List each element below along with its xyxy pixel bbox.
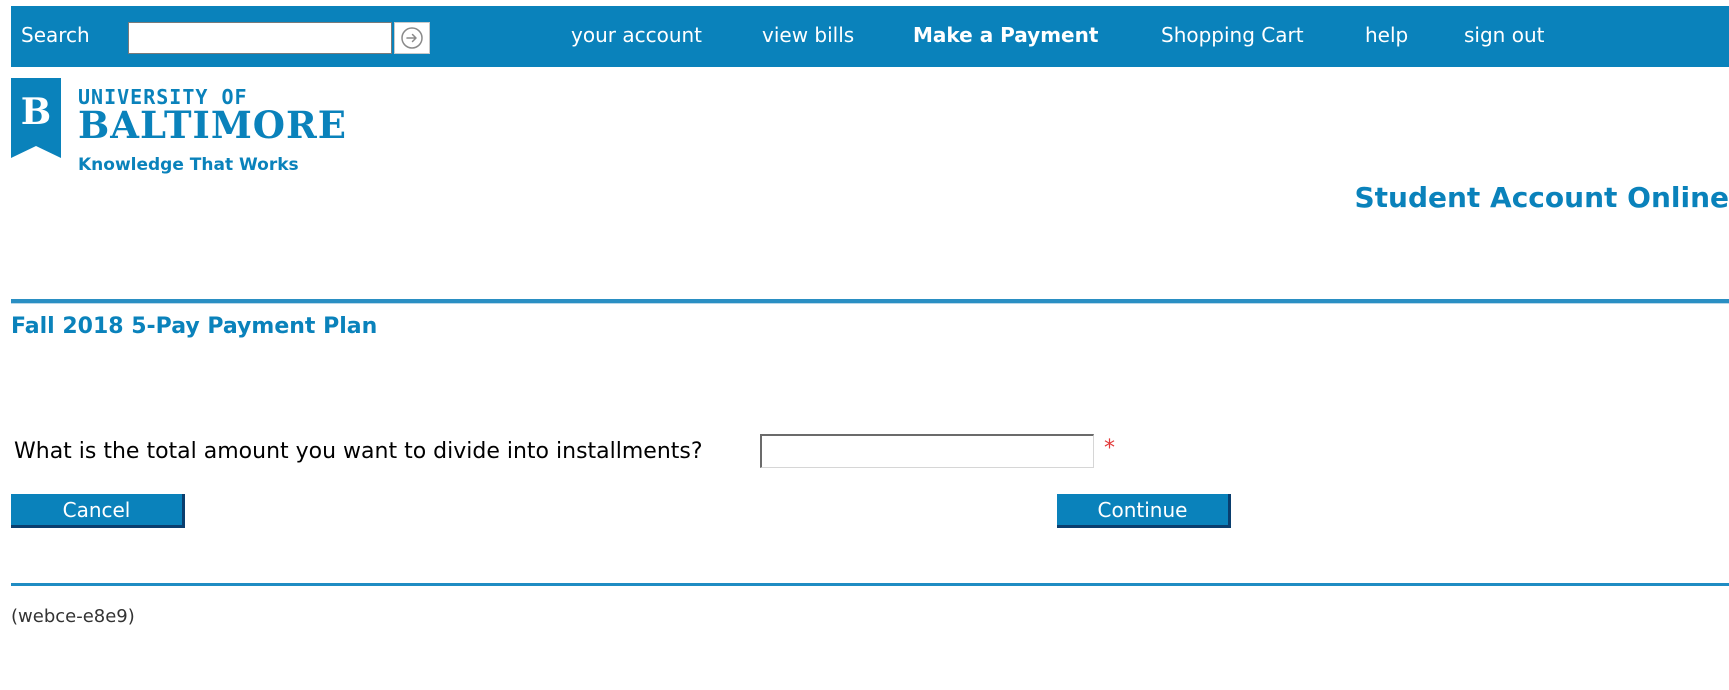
nav-help[interactable]: help [1365, 23, 1408, 47]
search-go-button[interactable] [394, 22, 430, 54]
top-navigation-bar: Search your account view bills Make a Pa… [11, 6, 1729, 67]
nav-view-bills[interactable]: view bills [762, 23, 854, 47]
arrow-circle-right-icon [401, 27, 423, 49]
footer-code: (webce-e8e9) [11, 606, 135, 627]
logo-letter: B [21, 91, 51, 133]
search-input[interactable] [128, 22, 392, 54]
amount-question-label: What is the total amount you want to div… [14, 439, 703, 464]
nav-your-account[interactable]: your account [571, 23, 702, 47]
footer-divider [11, 583, 1729, 586]
nav-shopping-cart[interactable]: Shopping Cart [1161, 23, 1304, 47]
logo-line-baltimore: BALTIMORE [78, 103, 347, 147]
continue-button[interactable]: Continue [1057, 494, 1231, 528]
logo-tagline: Knowledge That Works [78, 155, 299, 175]
required-marker: * [1104, 436, 1115, 461]
app-title: Student Account Online [1354, 181, 1729, 214]
nav-sign-out[interactable]: sign out [1464, 23, 1544, 47]
nav-make-a-payment[interactable]: Make a Payment [913, 23, 1098, 47]
page-title: Fall 2018 5-Pay Payment Plan [11, 314, 378, 339]
header-divider [11, 299, 1729, 304]
search-label: Search [21, 23, 90, 47]
amount-input[interactable] [760, 434, 1094, 468]
cancel-button[interactable]: Cancel [11, 494, 185, 528]
